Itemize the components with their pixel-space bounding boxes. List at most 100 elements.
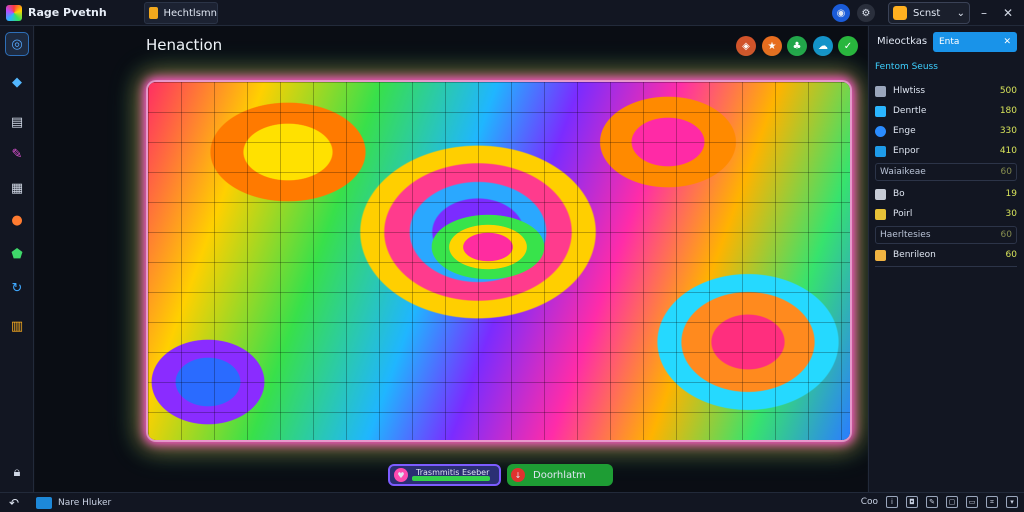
tool-stack[interactable]: ▥ bbox=[5, 314, 29, 338]
group-value: 60 bbox=[1000, 230, 1012, 240]
panel-row[interactable]: Poirl 30 bbox=[875, 205, 1017, 223]
row-value: 500 bbox=[999, 86, 1017, 96]
zoom-label: Coo bbox=[860, 497, 878, 507]
row-value: 330 bbox=[999, 126, 1017, 136]
row-value: 180 bbox=[999, 106, 1017, 116]
download-label: Doorhlatm bbox=[533, 469, 586, 481]
globe-icon: ◎ bbox=[11, 36, 23, 52]
folder-icon bbox=[149, 7, 158, 19]
row-label: Poirl bbox=[893, 209, 913, 219]
palette-icon: ● bbox=[11, 212, 23, 228]
frame-icon[interactable]: ▢ bbox=[946, 496, 958, 508]
left-toolbar: ◎ ◆ ▤ ✎ ▦ ● ⬟ ↻ ▥ 🔒︎ bbox=[0, 26, 34, 492]
document-tab[interactable]: Hechtlsmn bbox=[144, 2, 218, 24]
tool-grid[interactable]: ▦ bbox=[5, 176, 29, 200]
panel-group[interactable]: Haerltesies 60 bbox=[875, 226, 1017, 244]
panel-group[interactable]: Waiaikeae 60 bbox=[875, 163, 1017, 181]
status-bar: ↶ Nare Hluker Coo i ◘ ✎ ▢ ▭ ⌗ ▾ bbox=[0, 492, 1024, 512]
download-icon: ↓ bbox=[511, 468, 525, 482]
minimize-button[interactable]: – bbox=[974, 3, 994, 23]
camera-icon[interactable]: ◘ bbox=[906, 496, 918, 508]
folder-icon bbox=[875, 249, 886, 261]
puzzle-piece-grid bbox=[148, 82, 850, 440]
tool-shape[interactable]: ⬟ bbox=[5, 242, 29, 266]
canvas-area: Henaction ◈ ★ ♣ ☁ ✓ ♥ Trasmmitis Eseber … bbox=[35, 26, 867, 492]
canvas-title: Henaction bbox=[146, 36, 223, 54]
check-icon[interactable]: ✓ bbox=[838, 36, 858, 56]
row-value: 410 bbox=[999, 146, 1017, 156]
back-arrow-icon[interactable]: ↶ bbox=[4, 496, 24, 510]
row-label: Benrileon bbox=[893, 250, 936, 260]
layers-icon: ▤ bbox=[10, 114, 24, 130]
download-button[interactable]: ↓ Doorhlatm bbox=[507, 464, 613, 486]
cloud-icon[interactable]: ☁ bbox=[813, 36, 833, 56]
panel-row[interactable]: Benrileon 60 bbox=[875, 246, 1017, 264]
stack-icon: ▥ bbox=[10, 318, 24, 334]
transmit-button[interactable]: ♥ Trasmmitis Eseber bbox=[388, 464, 501, 486]
row-label: Hlwtiss bbox=[893, 86, 926, 96]
window-mode-icon[interactable]: ▭ bbox=[966, 496, 978, 508]
edit-icon[interactable]: ✎ bbox=[926, 496, 938, 508]
image-icon bbox=[875, 208, 886, 220]
info-icon[interactable]: i bbox=[886, 496, 898, 508]
badge-icon: ♥ bbox=[394, 468, 408, 482]
panel-row[interactable]: Denrtle 180 bbox=[875, 102, 1017, 120]
status-label: Nare Hluker bbox=[58, 497, 112, 508]
close-button[interactable]: ✕ bbox=[998, 3, 1018, 23]
tool-cube[interactable]: ◆ bbox=[5, 70, 29, 94]
grid-icon: ▦ bbox=[10, 180, 24, 196]
panel-row[interactable]: Hlwtiss 500 bbox=[875, 82, 1017, 100]
shield-icon bbox=[875, 105, 886, 117]
crop-icon[interactable]: ⌗ bbox=[986, 496, 998, 508]
trash-icon[interactable]: ▾ bbox=[1006, 496, 1018, 508]
app-logo-icon bbox=[6, 4, 22, 21]
row-label: Bo bbox=[893, 189, 905, 199]
search-input[interactable]: Enta ✕ bbox=[933, 32, 1017, 52]
globe-icon[interactable]: ◉ bbox=[832, 4, 850, 22]
circle-icon bbox=[875, 125, 886, 137]
leaf-icon[interactable]: ♣ bbox=[787, 36, 807, 56]
divider bbox=[875, 266, 1017, 267]
panel-row[interactable]: Enpor 410 bbox=[875, 142, 1017, 160]
section-title: Fentom Seuss bbox=[875, 62, 938, 72]
status-tools: Coo i ◘ ✎ ▢ ▭ ⌗ ▾ bbox=[861, 496, 1018, 508]
profile-label: Scnst bbox=[913, 7, 941, 19]
shape-icon: ⬟ bbox=[11, 246, 23, 262]
row-value: 30 bbox=[1005, 209, 1017, 219]
tool-layers[interactable]: ▤ bbox=[5, 110, 29, 134]
star-icon[interactable]: ★ bbox=[762, 36, 782, 56]
group-label: Haerltesies bbox=[880, 230, 931, 240]
row-label: Denrtle bbox=[893, 106, 927, 116]
search-input-value: Enta bbox=[939, 37, 960, 47]
brush-icon: ✎ bbox=[11, 146, 23, 162]
row-value: 19 bbox=[1005, 189, 1017, 199]
panel-row[interactable]: Bo 19 bbox=[875, 185, 1017, 203]
close-icon[interactable]: ✕ bbox=[1003, 37, 1011, 47]
chevron-down-icon: ⌄ bbox=[956, 7, 965, 19]
panel-header: Mieoctkas bbox=[877, 36, 928, 47]
settings-icon[interactable]: ⚙ bbox=[857, 4, 875, 22]
tool-brush[interactable]: ✎ bbox=[5, 142, 29, 166]
tool-palette[interactable]: ● bbox=[5, 208, 29, 232]
row-label: Enge bbox=[893, 126, 916, 136]
group-label: Waiaikeae bbox=[880, 167, 926, 177]
jigsaw-puzzle-board[interactable] bbox=[148, 82, 850, 440]
app-name: Rage Pvetnh bbox=[28, 6, 107, 19]
panel-row[interactable]: Enge 330 bbox=[875, 122, 1017, 140]
tool-lock[interactable]: 🔒︎ bbox=[5, 460, 29, 484]
lock-icon: 🔒︎ bbox=[13, 464, 21, 480]
document-tab-label: Hechtlsmn bbox=[163, 7, 218, 19]
list-icon bbox=[875, 85, 886, 97]
group-value: 60 bbox=[1000, 167, 1012, 177]
document-icon bbox=[875, 188, 886, 200]
right-panel: Mieoctkas Enta ✕ Fentom Seuss Hlwtiss 50… bbox=[868, 26, 1024, 492]
row-label: Enpor bbox=[893, 146, 920, 156]
profile-dropdown[interactable]: Scnst ⌄ bbox=[888, 2, 970, 24]
row-value: 60 bbox=[1005, 250, 1017, 260]
cube-icon: ◆ bbox=[12, 74, 22, 90]
tool-globe[interactable]: ◎ bbox=[5, 32, 29, 56]
tool-sync[interactable]: ↻ bbox=[5, 276, 29, 300]
share-icon[interactable]: ◈ bbox=[736, 36, 756, 56]
title-bar: Rage Pvetnh Hechtlsmn ◉ ⚙ Scnst ⌄ – ✕ bbox=[0, 0, 1024, 26]
avatar bbox=[893, 6, 907, 20]
